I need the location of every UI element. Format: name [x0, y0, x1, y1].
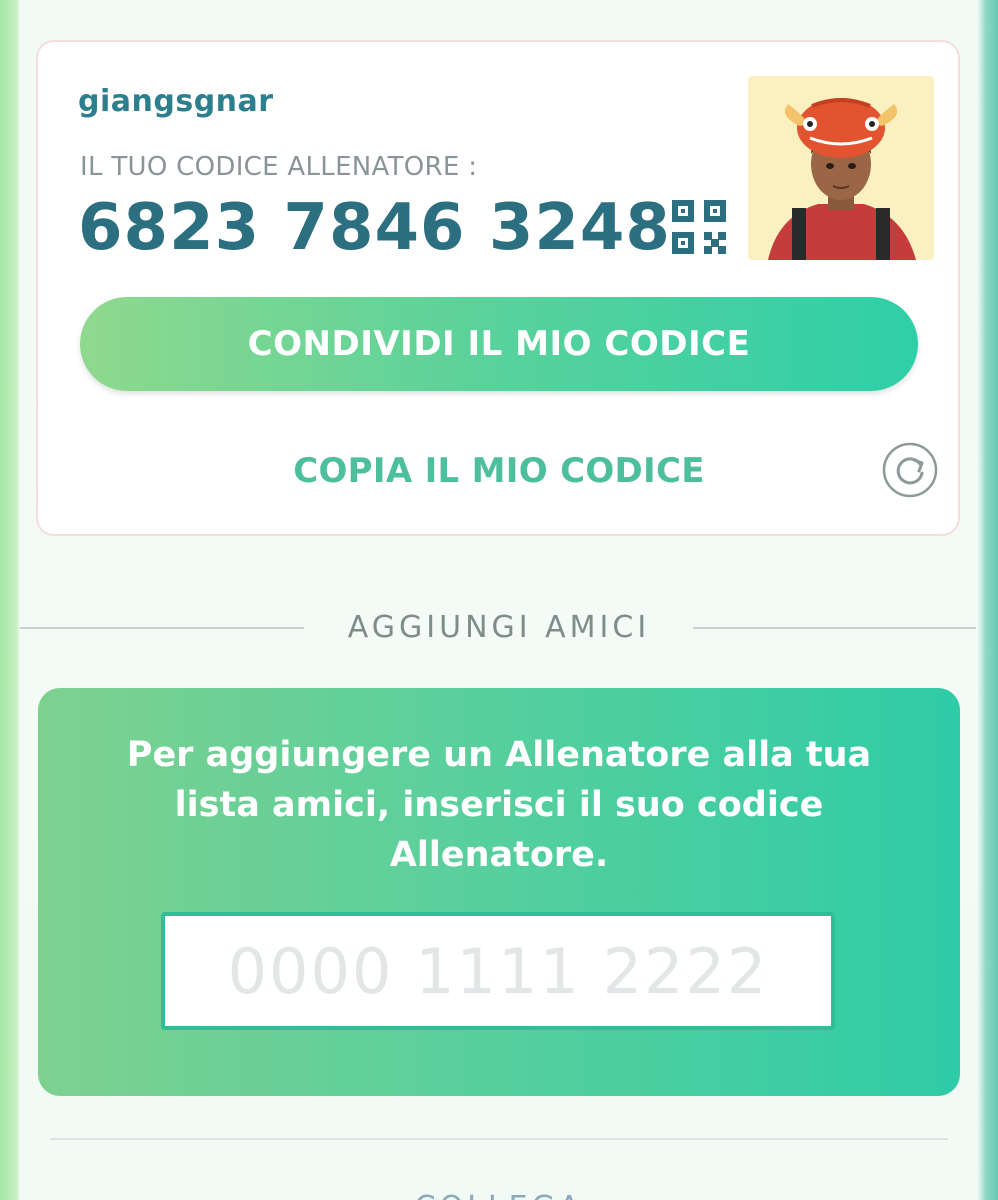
section-divider-right	[693, 627, 976, 629]
trainer-code-label: IL TUO CODICE ALLENATORE :	[80, 152, 478, 182]
qr-code-icon[interactable]	[672, 200, 726, 254]
refresh-icon[interactable]	[882, 442, 938, 498]
friend-code-input[interactable]	[161, 912, 835, 1030]
section-divider-left	[20, 627, 304, 629]
bottom-divider	[50, 1138, 948, 1140]
copy-code-button[interactable]: COPIA IL MIO CODICE	[200, 446, 798, 496]
share-code-button[interactable]: CONDIVIDI IL MIO CODICE	[80, 297, 918, 391]
section-title-next: COLLEGA	[300, 1188, 698, 1200]
trainer-code-value: 6823 7846 3248	[78, 191, 671, 265]
section-title-add-friends: AGGIUNGI AMICI	[347, 610, 651, 645]
trainer-username: giangsgnar	[78, 84, 274, 119]
add-friend-instructions: Per aggiungere un Allenatore alla tua li…	[126, 735, 872, 875]
trainer-avatar[interactable]	[748, 76, 934, 260]
